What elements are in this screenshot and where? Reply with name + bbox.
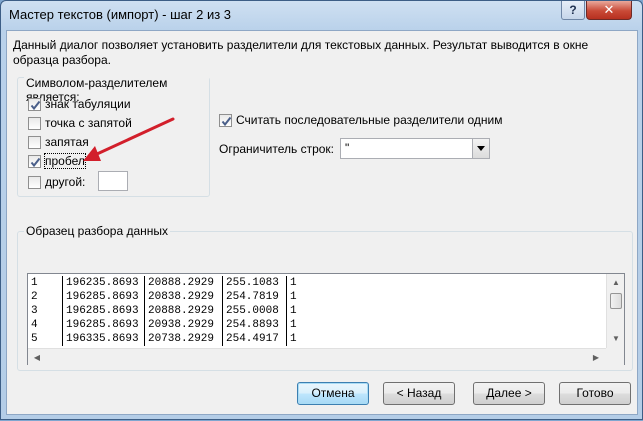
preview-cell: 196335.8693: [66, 333, 139, 345]
checkmark-icon: [30, 157, 41, 167]
vertical-scrollbar[interactable]: ▲ ▼: [606, 274, 624, 348]
close-button[interactable]: ✕: [586, 1, 632, 20]
preview-cell: 254.8893: [226, 319, 279, 331]
tab-checkbox[interactable]: [28, 97, 41, 111]
space-checkbox[interactable]: [28, 154, 41, 168]
preview-cell: 20888.2929: [148, 277, 215, 289]
preview-cell: 1: [290, 305, 297, 317]
preview-cell: 3: [31, 305, 38, 317]
column-separator[interactable]: [222, 276, 223, 290]
next-button[interactable]: Далее >: [473, 382, 545, 405]
preview-cell: 196285.8693: [66, 319, 139, 331]
qualifier-value: ": [345, 141, 350, 155]
checkmark-icon: [221, 116, 232, 126]
scroll-thumb[interactable]: [610, 293, 622, 309]
delimiter-other-option[interactable]: другой:: [28, 173, 85, 191]
column-separator[interactable]: [144, 290, 145, 304]
comma-label: запятая: [45, 135, 89, 149]
preview-rows: 1 196235.8693 20888.2929 255.1083 1 2 196285.8…: [28, 274, 606, 348]
preview-cell: 1: [31, 277, 38, 289]
preview-cell: 196235.8693: [66, 277, 139, 289]
table-row: 4 196285.8693 20938.2929 254.8893 1: [28, 318, 606, 332]
preview-cell: 20888.2929: [148, 305, 215, 317]
column-separator[interactable]: [144, 304, 145, 318]
preview-cell: 254.4917: [226, 333, 279, 345]
preview-cell: 196285.8693: [66, 291, 139, 303]
preview-cell: 1: [290, 277, 297, 289]
preview-cell: 5: [31, 333, 38, 345]
preview-cell: 20938.2929: [148, 319, 215, 331]
preview-cell: 1: [290, 333, 297, 345]
column-separator[interactable]: [222, 290, 223, 304]
column-separator[interactable]: [222, 332, 223, 346]
column-separator[interactable]: [144, 332, 145, 346]
column-separator[interactable]: [144, 276, 145, 290]
preview-cell: 20738.2929: [148, 333, 215, 345]
other-delimiter-input[interactable]: [98, 171, 128, 191]
column-separator[interactable]: [222, 318, 223, 332]
table-row: 1 196235.8693 20888.2929 255.1083 1: [28, 276, 606, 290]
space-label: пробел: [44, 153, 86, 169]
description-text: Данный диалог позволяет установить разде…: [13, 38, 589, 67]
comma-checkbox[interactable]: [28, 135, 41, 149]
scroll-right-icon[interactable]: ▶: [588, 353, 604, 363]
horizontal-scrollbar[interactable]: ◀ ▶: [28, 348, 606, 365]
delimiters-group: Символом-разделителем является: знак таб…: [17, 76, 210, 197]
back-button[interactable]: < Назад: [383, 382, 455, 405]
column-separator[interactable]: [286, 332, 287, 346]
other-label: другой:: [45, 175, 86, 189]
preview-cell: 1: [290, 319, 297, 331]
scroll-left-icon[interactable]: ◀: [29, 353, 45, 363]
other-checkbox[interactable]: [28, 175, 41, 189]
data-preview[interactable]: 1 196235.8693 20888.2929 255.1083 1 2 196285.8…: [27, 273, 625, 365]
help-button[interactable]: ?: [561, 1, 585, 20]
scroll-up-icon[interactable]: ▲: [608, 278, 624, 288]
preview-cell: 255.0008: [226, 305, 279, 317]
preview-cell: 255.1083: [226, 277, 279, 289]
preview-cell: 20838.2929: [148, 291, 215, 303]
preview-cell: 196285.8693: [66, 305, 139, 317]
checkmark-icon: [30, 100, 41, 110]
column-separator[interactable]: [286, 276, 287, 290]
column-separator[interactable]: [62, 318, 63, 332]
delimiter-comma-option[interactable]: запятая: [28, 133, 89, 151]
preview-group-label: Образец разбора данных: [24, 224, 171, 238]
table-row: 3 196285.8693 20888.2929 255.0008 1: [28, 304, 606, 318]
scroll-down-icon[interactable]: ▼: [608, 334, 624, 344]
column-separator[interactable]: [222, 304, 223, 318]
preview-cell: 4: [31, 319, 38, 331]
column-separator[interactable]: [144, 318, 145, 332]
finish-button[interactable]: Готово: [559, 382, 631, 405]
dialog-body: Данный диалог позволяет установить разде…: [6, 30, 638, 415]
consecutive-label: Считать последовательные разделители одн…: [236, 113, 503, 127]
qualifier-dropdown[interactable]: ": [340, 138, 490, 159]
window-title: Мастер текстов (импорт) - шаг 2 из 3: [9, 7, 232, 22]
semicolon-checkbox[interactable]: [28, 116, 41, 130]
preview-cell: 2: [31, 291, 38, 303]
consecutive-delimiters-option[interactable]: Считать последовательные разделители одн…: [219, 111, 503, 129]
delimiter-tab-option[interactable]: знак табуляции: [28, 95, 131, 113]
table-row: 5 196335.8693 20738.2929 254.4917 1: [28, 332, 606, 346]
column-separator[interactable]: [62, 332, 63, 346]
cancel-button[interactable]: Отмена: [297, 382, 369, 405]
title-bar: Мастер текстов (импорт) - шаг 2 из 3 ? ✕: [1, 1, 642, 29]
text-import-wizard-window: Мастер текстов (импорт) - шаг 2 из 3 ? ✕…: [0, 0, 643, 420]
semicolon-label: точка с запятой: [45, 116, 132, 130]
scrollbar-corner: [606, 348, 624, 365]
column-separator[interactable]: [62, 290, 63, 304]
consecutive-checkbox[interactable]: [219, 113, 232, 127]
delimiter-space-option[interactable]: пробел: [28, 152, 86, 170]
column-separator[interactable]: [286, 304, 287, 318]
dropdown-arrow-icon[interactable]: [472, 139, 489, 158]
tab-label: знак табуляции: [45, 97, 131, 111]
column-separator[interactable]: [286, 318, 287, 332]
column-separator[interactable]: [286, 290, 287, 304]
column-separator[interactable]: [62, 276, 63, 290]
delimiter-semicolon-option[interactable]: точка с запятой: [28, 114, 132, 132]
preview-cell: 1: [290, 291, 297, 303]
table-row: 2 196285.8693 20838.2929 254.7819 1: [28, 290, 606, 304]
column-separator[interactable]: [62, 304, 63, 318]
qualifier-label: Ограничитель строк:: [219, 142, 334, 156]
preview-cell: 254.7819: [226, 291, 279, 303]
